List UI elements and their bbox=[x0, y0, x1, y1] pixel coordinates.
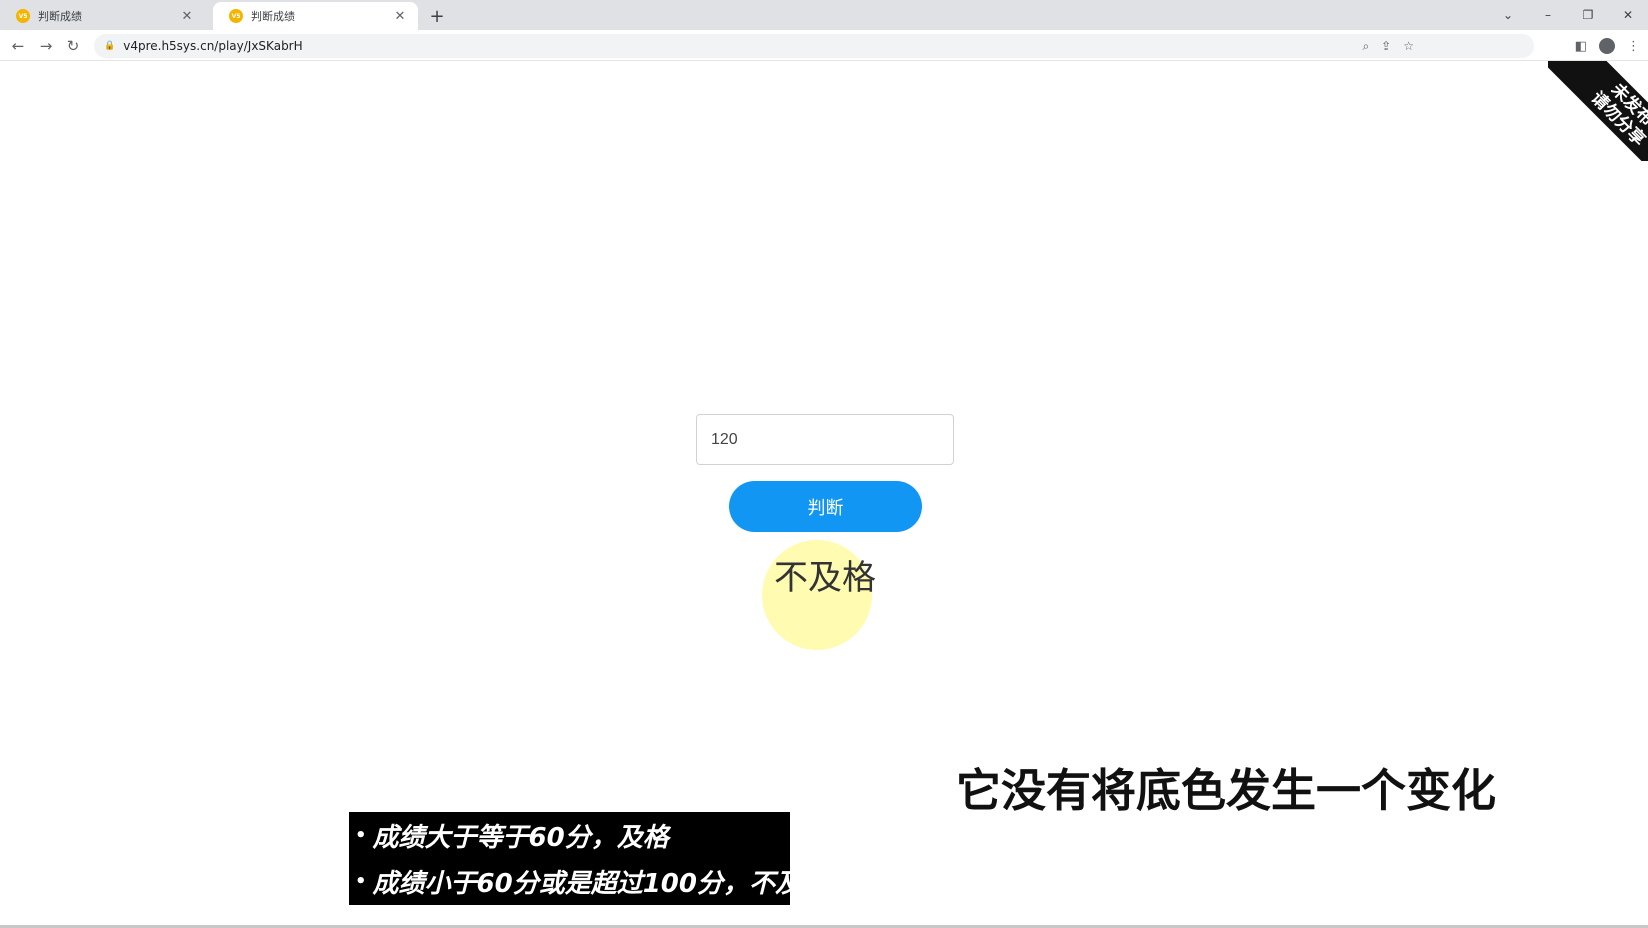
bullet-icon: • bbox=[355, 870, 367, 892]
side-panel-icon[interactable]: ◧ bbox=[1575, 39, 1587, 54]
rule-text: 成绩大于等于60分，及格 bbox=[372, 822, 669, 853]
judge-button[interactable]: 判断 bbox=[729, 481, 922, 532]
ribbon-banner: 未发布 请勿分享 bbox=[1548, 61, 1648, 161]
omnibox-actions: ⌕ ⇪ ☆ bbox=[1362, 34, 1414, 58]
restore-button[interactable]: ❐ bbox=[1568, 0, 1608, 30]
toolbar-actions: ◧ ⋮ bbox=[1575, 34, 1640, 58]
share-icon[interactable]: ⇪ bbox=[1381, 39, 1391, 53]
site-favicon-icon: V5 bbox=[16, 9, 30, 23]
new-tab-button[interactable]: + bbox=[425, 4, 449, 28]
bullet-icon: • bbox=[355, 824, 367, 846]
window-controls: ⌄ – ❐ ✕ bbox=[1488, 0, 1648, 30]
rule-text: 成绩小于60分或是超过100分，不及格 bbox=[372, 868, 827, 899]
tab-2[interactable]: V5 判断成绩 ✕ bbox=[213, 2, 418, 30]
browser-toolbar: ← → ↻ 🔒 v4pre.h5sys.cn/play/JxSKabrH ⌕ ⇪… bbox=[0, 30, 1648, 61]
zoom-icon[interactable]: ⌕ bbox=[1362, 39, 1369, 54]
chevron-down-icon[interactable]: ⌄ bbox=[1488, 0, 1528, 30]
rule-item: • 成绩大于等于60分，及格 bbox=[355, 812, 784, 858]
site-favicon-icon: V5 bbox=[229, 9, 243, 23]
tab-strip: V5 判断成绩 ✕ V5 判断成绩 ✕ + ⌄ – ❐ ✕ bbox=[0, 0, 1648, 30]
url-text: v4pre.h5sys.cn/play/JxSKabrH bbox=[123, 39, 303, 53]
tab-1[interactable]: V5 判断成绩 ✕ bbox=[0, 2, 205, 30]
reload-icon[interactable]: ↻ bbox=[61, 34, 85, 58]
bookmark-star-icon[interactable]: ☆ bbox=[1403, 39, 1414, 53]
score-input[interactable] bbox=[696, 414, 954, 465]
tab-1-title: 判断成绩 bbox=[38, 10, 82, 23]
close-icon[interactable]: ✕ bbox=[392, 9, 408, 24]
close-icon[interactable]: ✕ bbox=[179, 9, 195, 24]
rules-box: • 成绩大于等于60分，及格 • 成绩小于60分或是超过100分，不及格 bbox=[349, 812, 827, 905]
rule-item: • 成绩小于60分或是超过100分，不及格 bbox=[355, 858, 827, 904]
video-caption: 它没有将底色发生一个变化 bbox=[956, 764, 1497, 817]
more-menu-icon[interactable]: ⋮ bbox=[1627, 39, 1640, 54]
result-text: 不及格 bbox=[774, 558, 876, 598]
forward-icon[interactable]: → bbox=[34, 34, 58, 58]
address-bar[interactable]: 🔒 v4pre.h5sys.cn/play/JxSKabrH ⌕ ⇪ ☆ bbox=[94, 34, 1534, 58]
unpublished-ribbon: 未发布 请勿分享 bbox=[1548, 61, 1648, 161]
profile-avatar-icon[interactable] bbox=[1599, 38, 1615, 54]
tab-2-title: 判断成绩 bbox=[251, 10, 295, 23]
lock-icon: 🔒 bbox=[104, 41, 116, 51]
close-window-button[interactable]: ✕ bbox=[1608, 0, 1648, 30]
back-icon[interactable]: ← bbox=[6, 34, 30, 58]
minimize-button[interactable]: – bbox=[1528, 0, 1568, 30]
